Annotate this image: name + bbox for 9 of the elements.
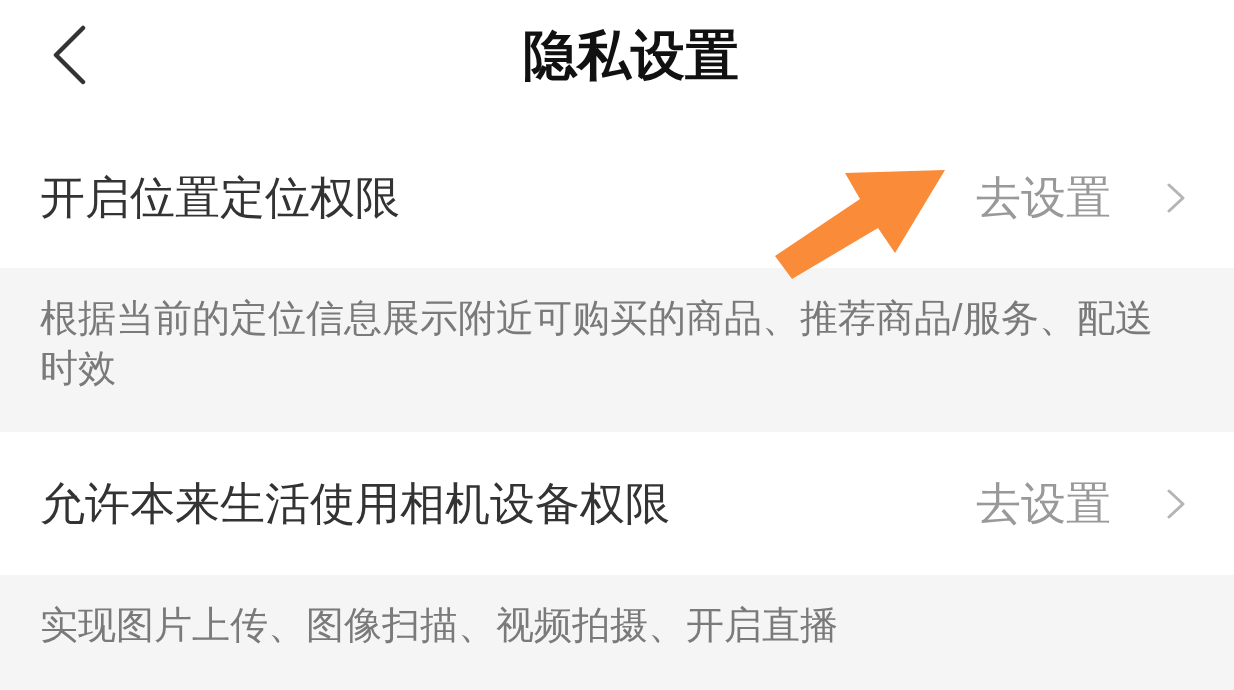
row-title: 允许本来生活使用相机设备权限: [40, 476, 670, 531]
back-icon[interactable]: [52, 25, 86, 85]
row-title: 开启位置定位权限: [40, 171, 400, 225]
row-description: 实现图片上传、图像扫描、视频拍摄、开启直播: [40, 603, 839, 648]
row-description: 根据当前的定位信息展示附近可购买的商品、推荐商品/服务、配送时效: [40, 296, 1154, 391]
chevron-right-icon: [1167, 183, 1185, 213]
page-title: 隐私设置: [523, 24, 739, 87]
arrow-icon: [775, 170, 945, 279]
chevron-right-icon: [1167, 488, 1185, 519]
